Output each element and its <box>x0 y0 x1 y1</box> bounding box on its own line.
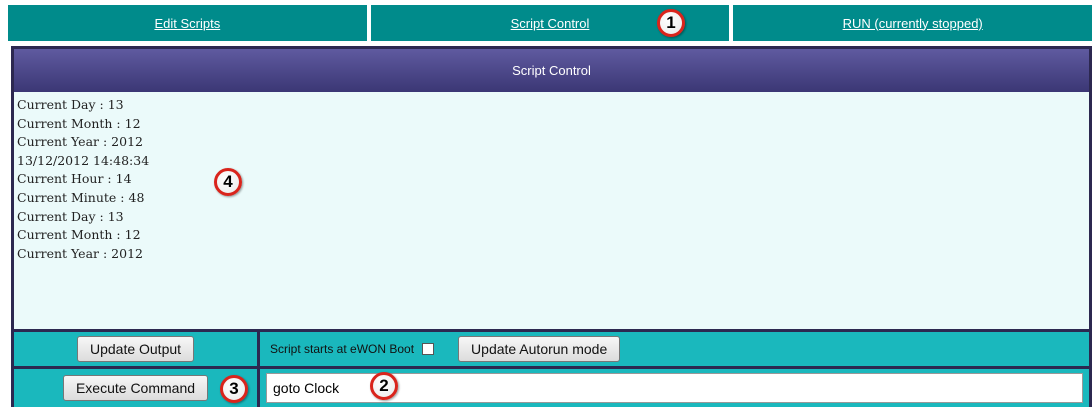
callout-1-marker: 1 <box>657 9 685 37</box>
panel-title: Script Control <box>14 49 1089 92</box>
script-output[interactable]: Current Day : 13 Current Month : 12 Curren… <box>14 92 1089 329</box>
callout-2-marker: 2 <box>370 372 398 400</box>
output-line: Current Month : 12 <box>17 115 141 131</box>
edit-scripts-link[interactable]: Edit Scripts <box>154 16 220 31</box>
output-line: 13/12/2012 14:48:34 <box>17 152 150 168</box>
output-line: Current Month : 12 <box>17 227 141 243</box>
output-line: Current Year : 2012 <box>17 134 143 150</box>
tab-run: RUN (currently stopped) <box>733 5 1092 41</box>
script-control-link[interactable]: Script Control <box>511 16 590 31</box>
update-output-cell: Update Output <box>14 332 257 366</box>
callout-4-marker: 4 <box>214 168 242 196</box>
autorun-row: Update Output Script starts at eWON Boot… <box>14 332 1089 366</box>
execute-command-button[interactable]: Execute Command <box>62 375 209 401</box>
tab-edit-scripts: Edit Scripts <box>8 5 367 41</box>
update-autorun-button[interactable]: Update Autorun mode <box>458 336 621 362</box>
output-line: Current Year : 2012 <box>17 245 143 261</box>
run-link[interactable]: RUN (currently stopped) <box>843 16 983 31</box>
output-line: Current Minute : 48 <box>17 189 145 205</box>
boot-start-label: Script starts at eWON Boot <box>270 342 415 356</box>
top-navigation: Edit Scripts Script Control RUN (current… <box>8 5 1092 41</box>
output-line: Current Day : 13 <box>17 97 124 112</box>
callout-3-marker: 3 <box>220 375 248 403</box>
update-output-button[interactable]: Update Output <box>76 336 195 362</box>
script-control-panel: Script Control Current Day : 13 Current M… <box>11 46 1092 407</box>
boot-start-checkbox[interactable] <box>422 343 435 355</box>
command-row: Execute Command <box>14 369 1089 407</box>
output-line: Current Hour : 14 <box>17 171 132 187</box>
autorun-cell: Script starts at eWON Boot Update Autoru… <box>260 332 1089 366</box>
output-line: Current Day : 13 <box>17 208 124 224</box>
